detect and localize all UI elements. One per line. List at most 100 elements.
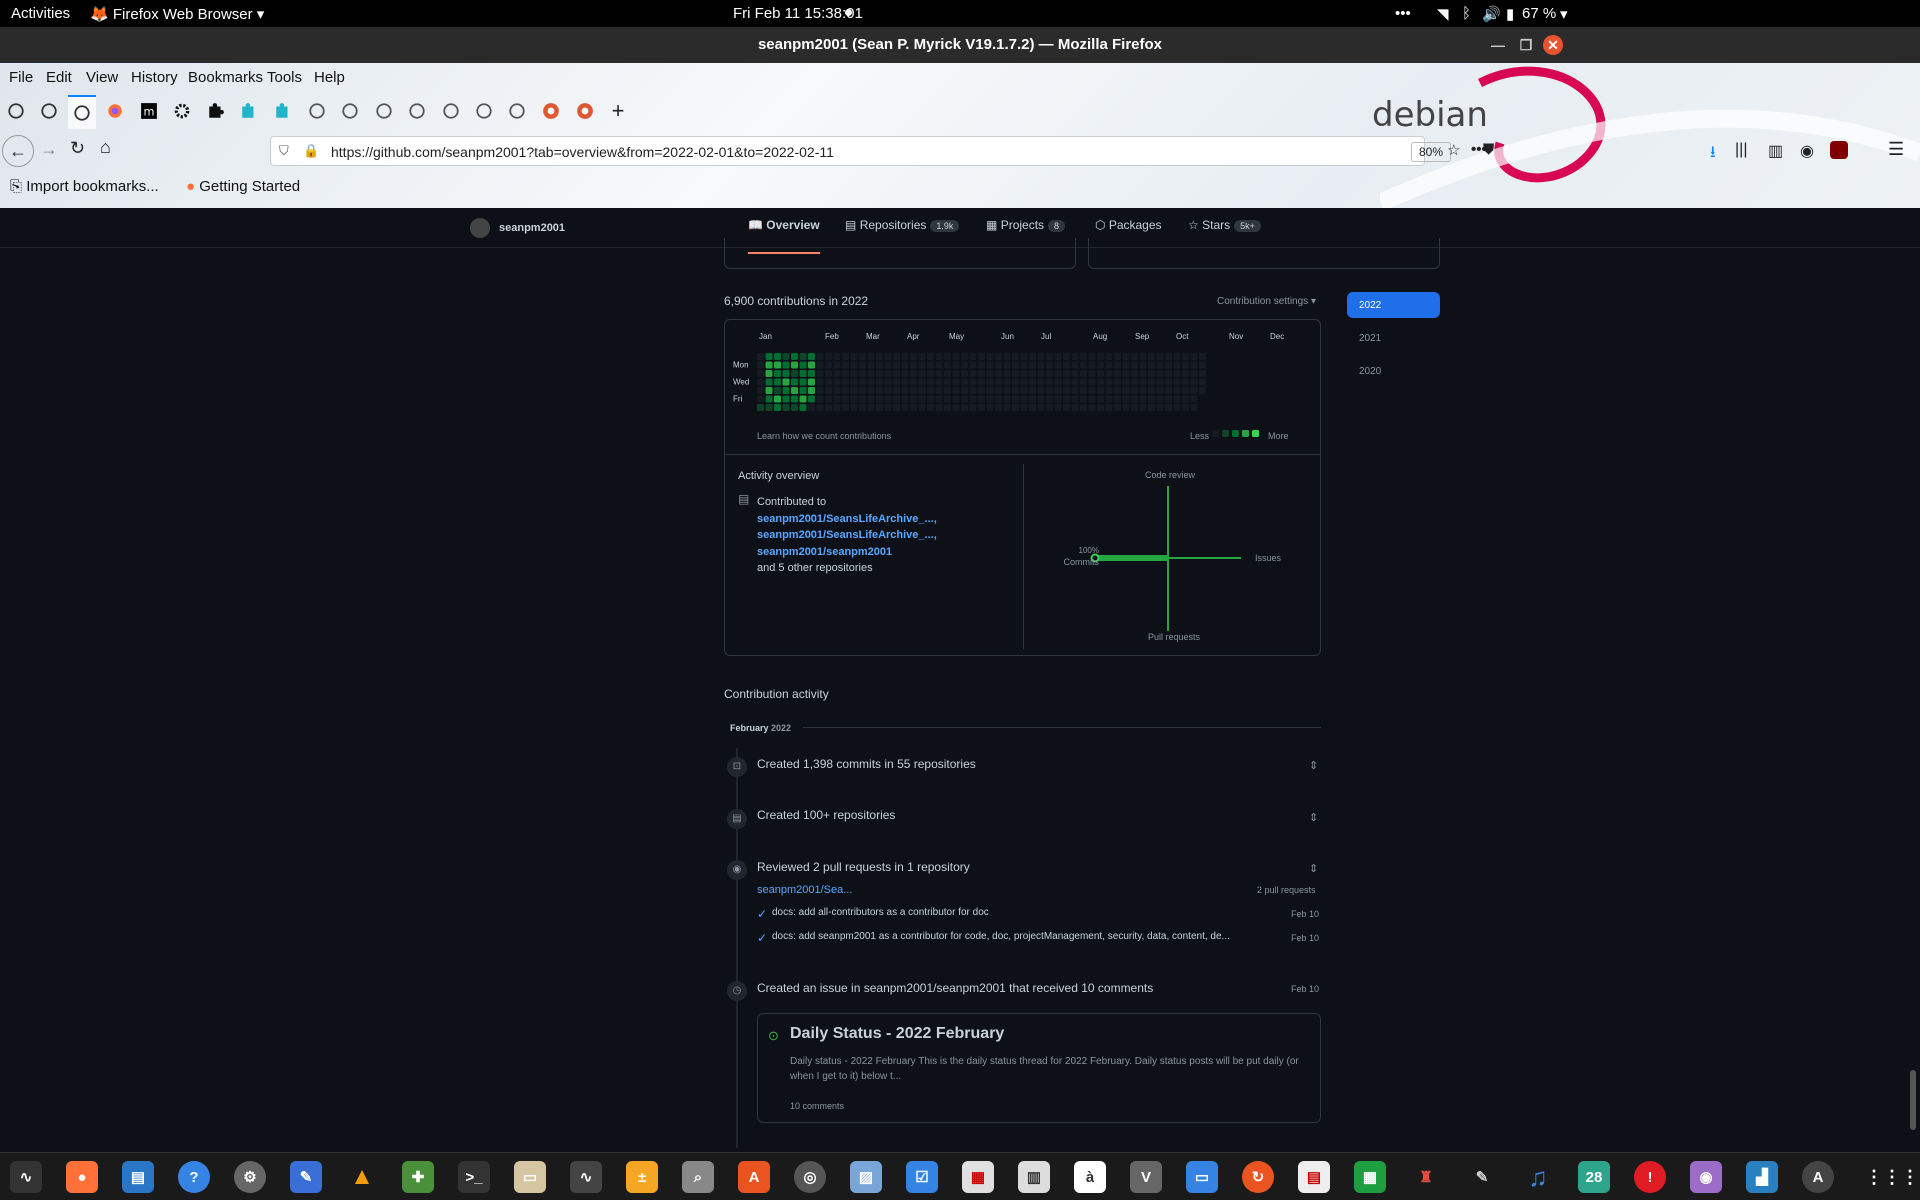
activities-button[interactable]: Activities xyxy=(11,5,70,22)
tab-duckduckgo[interactable] xyxy=(571,97,599,125)
battery-icon[interactable]: ▮ xyxy=(1506,5,1514,23)
graph-icon[interactable]: ∿ xyxy=(570,1161,602,1193)
game-icon[interactable]: ♜ xyxy=(1410,1161,1442,1193)
tab-extension[interactable] xyxy=(235,97,263,125)
menu-help[interactable]: Help xyxy=(314,69,345,86)
year-2021-button[interactable]: 2021 xyxy=(1347,325,1440,351)
screenshot-icon[interactable]: ▟ xyxy=(1746,1161,1778,1193)
terminal-icon[interactable]: >_ xyxy=(458,1161,490,1193)
sidebar-icon[interactable]: ▥ xyxy=(1768,141,1783,161)
expand-icon[interactable]: ⇕ xyxy=(1309,862,1318,875)
menu-history[interactable]: History xyxy=(131,69,178,86)
overflow-icon[interactable]: ••• xyxy=(1395,5,1411,22)
minimize-button[interactable]: — xyxy=(1488,35,1508,55)
accessibility-icon[interactable]: A xyxy=(1802,1161,1834,1193)
tab-github[interactable] xyxy=(403,97,431,125)
forward-button[interactable]: → xyxy=(40,139,58,160)
settings-icon[interactable]: ⚙ xyxy=(234,1161,266,1193)
calendar-icon[interactable]: 28 xyxy=(1578,1161,1610,1193)
editor-icon[interactable]: ✎ xyxy=(290,1161,322,1193)
avatar[interactable] xyxy=(470,218,490,238)
menu-bookmarks[interactable]: Bookmarks xyxy=(188,69,263,86)
tab-github[interactable] xyxy=(470,97,498,125)
menu-edit[interactable]: Edit xyxy=(46,69,72,86)
download-icon[interactable]: ⭳ xyxy=(1710,141,1716,168)
tab-duckduckgo[interactable] xyxy=(537,97,565,125)
tab-projects[interactable]: ▦ Projects 8 xyxy=(986,218,1066,232)
menu-view[interactable]: View xyxy=(86,69,118,86)
profile-username[interactable]: seanpm2001 xyxy=(499,222,565,234)
tab-github[interactable] xyxy=(2,97,30,125)
url-bar[interactable]: ⛉ 🔒 https://github.com/seanpm2001?tab=ov… xyxy=(270,136,1487,166)
help-icon[interactable]: ? xyxy=(178,1161,210,1193)
tab-github[interactable] xyxy=(35,97,63,125)
gimp-icon[interactable]: ✎ xyxy=(1466,1161,1498,1193)
year-2020-button[interactable]: 2020 xyxy=(1347,358,1440,384)
repo-link[interactable]: seanpm2001/seanpm2001 xyxy=(757,544,937,561)
update-icon[interactable]: ↻ xyxy=(1242,1161,1274,1193)
calculator-icon[interactable]: ± xyxy=(626,1161,658,1193)
volume-icon[interactable]: 🔊 xyxy=(1482,5,1501,23)
scrollbar-thumb[interactable] xyxy=(1910,1070,1916,1130)
tab-settings[interactable] xyxy=(168,97,196,125)
getting-started-bookmark[interactable]: ● Getting Started xyxy=(186,178,300,195)
app-grid-icon[interactable]: ⋮⋮⋮ xyxy=(1865,1161,1919,1193)
import-bookmarks[interactable]: ⎘ Import bookmarks... xyxy=(10,178,159,195)
software-icon[interactable]: A xyxy=(738,1161,770,1193)
tab-github[interactable] xyxy=(437,97,465,125)
expand-icon[interactable]: ⇕ xyxy=(1309,811,1318,824)
firefox-icon[interactable]: ● xyxy=(66,1161,98,1193)
repo-link[interactable]: seanpm2001/SeansLifeArchive_..., xyxy=(757,527,937,544)
new-tab-button[interactable]: + xyxy=(604,97,632,125)
tab-github[interactable] xyxy=(336,97,364,125)
tab-medium[interactable]: m xyxy=(135,97,163,125)
issue-title[interactable]: Daily Status - 2022 February xyxy=(790,1025,1004,1043)
url-text[interactable]: https://github.com/seanpm2001?tab=overvi… xyxy=(331,144,834,160)
image-icon[interactable]: ▨ xyxy=(850,1161,882,1193)
music-icon[interactable]: ♫ xyxy=(1522,1161,1554,1193)
puzzle-icon[interactable]: ✚ xyxy=(402,1161,434,1193)
power-menu-icon[interactable]: ▾ xyxy=(1560,5,1568,23)
tab-packages[interactable]: ⬡ Packages xyxy=(1095,218,1162,232)
tasks-icon[interactable]: ☑ xyxy=(906,1161,938,1193)
lock-icon[interactable]: 🔒 xyxy=(303,143,319,159)
menu-tools[interactable]: Tools xyxy=(267,69,302,86)
pocket-icon[interactable]: ⛊ xyxy=(1483,141,1494,158)
expand-icon[interactable]: ⇕ xyxy=(1309,759,1318,772)
error-icon[interactable]: ! xyxy=(1634,1161,1666,1193)
screen-icon[interactable]: ▭ xyxy=(1186,1161,1218,1193)
pr-title[interactable]: docs: add all-contributors as a contribu… xyxy=(772,907,989,918)
tab-addons[interactable] xyxy=(202,97,230,125)
pr-title[interactable]: docs: add seanpm2001 as a contributor fo… xyxy=(772,931,1287,942)
shield-icon[interactable]: ⛉ xyxy=(279,143,289,159)
star-icon[interactable]: ☆ xyxy=(1447,141,1467,161)
tab-repositories[interactable]: ▤ Repositories 1.9k xyxy=(845,218,960,232)
spreadsheet-icon[interactable]: ▦ xyxy=(1354,1161,1386,1193)
learn-contributions-link[interactable]: Learn how we count contributions xyxy=(757,431,891,441)
tab-github[interactable] xyxy=(303,97,331,125)
reload-button[interactable]: ↻ xyxy=(70,138,85,159)
hamburger-menu-icon[interactable]: ☰ xyxy=(1888,139,1904,160)
back-button[interactable]: ← xyxy=(2,135,34,167)
disks-icon[interactable]: ◎ xyxy=(794,1161,826,1193)
issue-card[interactable]: ⊙ Daily Status - 2022 February Daily sta… xyxy=(757,1013,1321,1123)
archive-icon[interactable]: ▥ xyxy=(1018,1161,1050,1193)
tab-github[interactable] xyxy=(370,97,398,125)
tab-firefox[interactable] xyxy=(101,97,129,125)
scan-icon[interactable]: ▦ xyxy=(962,1161,994,1193)
vim-icon[interactable]: V xyxy=(1130,1161,1162,1193)
repo-link[interactable]: seanpm2001/SeansLifeArchive_..., xyxy=(757,511,937,528)
close-button[interactable]: ✕ xyxy=(1543,35,1563,55)
app-menu[interactable]: 🦊 Firefox Web Browser ▾ xyxy=(90,5,264,23)
tab-github-active[interactable] xyxy=(68,95,96,129)
camera-icon[interactable]: ◉ xyxy=(1690,1161,1722,1193)
zoom-level[interactable]: 80% xyxy=(1411,142,1451,162)
tab-extension[interactable] xyxy=(269,97,297,125)
search-icon[interactable]: ⌕ xyxy=(682,1161,714,1193)
year-2022-button[interactable]: 2022 xyxy=(1347,292,1440,318)
pdf-icon[interactable]: ▤ xyxy=(1298,1161,1330,1193)
menu-file[interactable]: File xyxy=(9,69,33,86)
writer-icon[interactable]: ▤ xyxy=(122,1161,154,1193)
tab-github[interactable] xyxy=(503,97,531,125)
tab-stars[interactable]: ☆ Stars 5k+ xyxy=(1188,218,1261,232)
